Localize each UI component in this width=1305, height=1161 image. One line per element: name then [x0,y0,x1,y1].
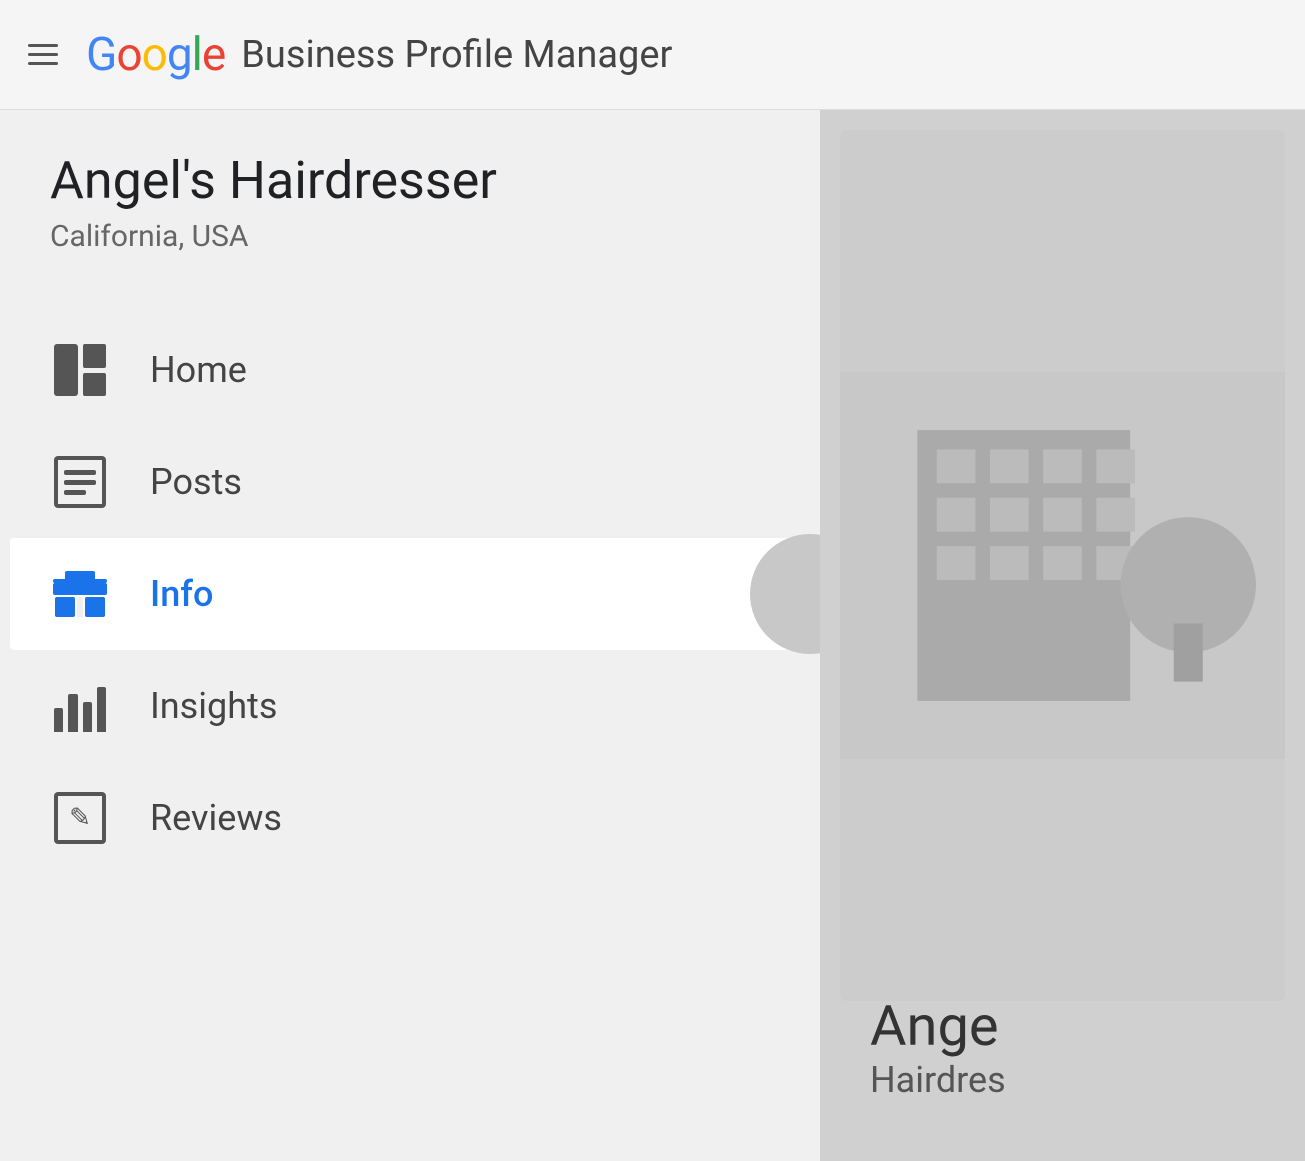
home-icon [50,340,110,400]
insights-label: Insights [150,685,277,727]
google-o1: o [116,28,141,82]
sidebar: Angel's Hairdresser California, USA Home [0,110,820,1161]
google-l: l [192,28,202,82]
google-g2: g [167,28,192,82]
sidebar-item-reviews[interactable]: Reviews [0,762,820,874]
google-logo: Google [86,28,225,82]
insights-icon [50,676,110,736]
sidebar-item-posts[interactable]: Posts [0,426,820,538]
main-layout: Angel's Hairdresser California, USA Home [0,110,1305,1161]
business-location: California, USA [50,219,770,254]
sidebar-item-home[interactable]: Home [0,314,820,426]
business-photo [840,130,1285,1001]
posts-icon [50,452,110,512]
posts-label: Posts [150,461,242,503]
app-title: Business Profile Manager [241,33,672,77]
reviews-icon [50,788,110,848]
google-g: G [86,28,116,82]
hamburger-menu-button[interactable] [28,44,58,65]
info-label: Info [150,573,213,615]
business-info: Angel's Hairdresser California, USA [0,110,820,284]
google-e: e [202,28,225,82]
right-panel: Ange Hairdres [820,110,1305,1161]
reviews-label: Reviews [150,797,282,839]
google-o2: o [142,28,167,82]
business-name: Angel's Hairdresser [50,150,770,211]
header: Google Business Profile Manager [0,0,1305,110]
right-panel-business-type: Hairdres [870,1059,1006,1101]
nav-menu: Home Posts [0,314,820,874]
right-panel-business-name: Ange [870,993,1006,1059]
right-panel-business-info: Ange Hairdres [870,993,1006,1101]
sidebar-item-insights[interactable]: Insights [0,650,820,762]
info-store-icon [50,564,110,624]
sidebar-item-info[interactable]: Info [10,538,810,650]
home-label: Home [150,349,247,391]
